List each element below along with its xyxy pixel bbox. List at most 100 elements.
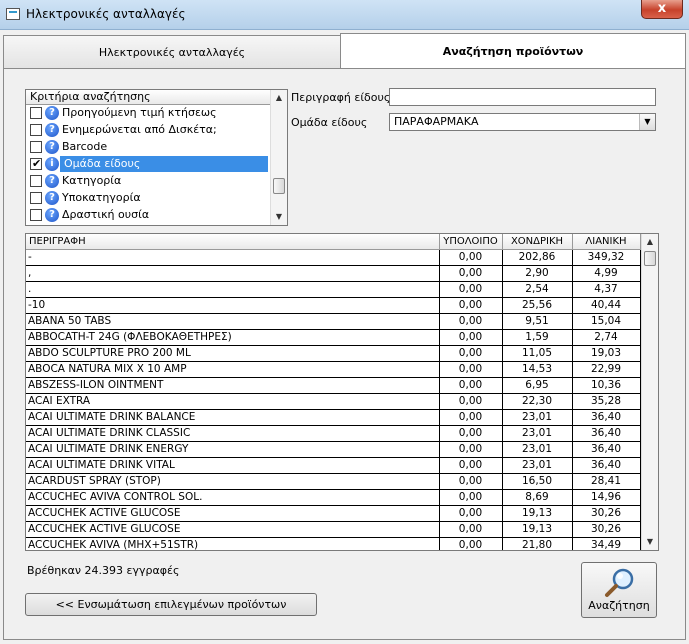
criteria-item[interactable]: ? Κατηγορία <box>26 173 287 190</box>
column-header-retail[interactable]: ΛΙΑΝΙΚΗ <box>572 234 641 250</box>
criteria-scrollbar[interactable]: ▲ ▼ <box>270 90 287 225</box>
cell-balance: 0,00 <box>439 361 503 378</box>
criteria-item[interactable]: ? Προηγούμενη τιμή κτήσεως <box>26 105 287 122</box>
scroll-up-arrow-icon[interactable]: ▲ <box>642 234 658 250</box>
cell-wholesale: 19,13 <box>502 521 573 538</box>
cell-retail: 30,26 <box>572 505 641 522</box>
cell-retail: 4,99 <box>572 265 641 282</box>
table-row[interactable]: ABSZESS-ILON OINTMENT 0,00 6,95 10,36 <box>26 377 641 394</box>
description-label: Περιγραφή είδους <box>291 91 391 104</box>
criteria-checkbox[interactable] <box>30 209 42 221</box>
title-bar: Ηλεκτρονικές ανταλλαγές x <box>0 0 689 30</box>
app-icon <box>6 8 20 20</box>
help-icon: ? <box>45 191 59 205</box>
records-found-text: Βρέθηκαν 24.393 εγγραφές <box>27 564 180 577</box>
table-row[interactable]: ACAI ULTIMATE DRINK ENERGY 0,00 23,01 36,40 <box>26 441 641 458</box>
table-row[interactable]: ABBOCATH-T 24G (ΦΛΕΒΟΚΑΘΕΤΗΡΕΣ) 0,00 1,59 2… <box>26 329 641 346</box>
chevron-down-icon[interactable]: ▼ <box>639 114 655 130</box>
products-grid: ΠΕΡΙΓΡΑΦΗ ΥΠΟΛΟΙΠΟ ΧΟΝΔΡΙΚΗ ΛΙΑΝΙΚΗ -0,0… <box>25 233 659 551</box>
cell-retail: 15,04 <box>572 313 641 330</box>
cell-description: ABANA 50 TABS <box>26 313 440 330</box>
group-select-value: ΠΑΡΑΦΑΡΜΑΚΑ <box>394 115 479 128</box>
table-row[interactable]: ABDO SCULPTURE PRO 200 ML 0,00 11,05 19,03 <box>26 345 641 362</box>
table-row[interactable]: ACAI ULTIMATE DRINK VITAL 0,00 23,01 36,40 <box>26 457 641 474</box>
cell-wholesale: 19,13 <box>502 505 573 522</box>
embed-selected-products-button[interactable]: << Ενσωμάτωση επιλεγμένων προϊόντων <box>25 593 317 616</box>
cell-description: -10 <box>26 297 440 314</box>
cell-balance: 0,00 <box>439 393 503 410</box>
column-header-description[interactable]: ΠΕΡΙΓΡΑΦΗ <box>26 234 440 250</box>
table-row[interactable]: ACAI ULTIMATE DRINK BALANCE 0,00 23,01 36,4… <box>26 409 641 426</box>
cell-wholesale: 8,69 <box>502 489 573 506</box>
cell-retail: 22,99 <box>572 361 641 378</box>
table-row[interactable]: ACCUCHEK AVIVA (MHX+51STR) 0,00 21,80 34,49 <box>26 537 641 550</box>
table-row[interactable]: -10 0,00 25,56 40,44 <box>26 297 641 314</box>
magnifier-icon <box>605 568 634 597</box>
cell-wholesale: 1,59 <box>502 329 573 346</box>
help-icon: ? <box>45 208 59 222</box>
scroll-down-arrow-icon[interactable]: ▼ <box>271 209 287 225</box>
cell-balance: 0,00 <box>439 521 503 538</box>
column-header-wholesale[interactable]: ΧΟΝΔΡΙΚΗ <box>502 234 573 250</box>
info-icon: i <box>45 157 59 171</box>
cell-retail: 36,40 <box>572 441 641 458</box>
cell-balance: 0,00 <box>439 489 503 506</box>
criteria-checkbox[interactable] <box>30 192 42 204</box>
table-row[interactable]: , 0,00 2,90 4,99 <box>26 265 641 282</box>
table-row[interactable]: ABOCA NATURA MIX X 10 AMP 0,00 14,53 22,99 <box>26 361 641 378</box>
cell-wholesale: 21,80 <box>502 537 573 550</box>
criteria-item-label: Κατηγορία <box>62 174 122 187</box>
cell-description: . <box>26 281 440 298</box>
scroll-thumb[interactable] <box>273 178 285 194</box>
help-icon: ? <box>45 174 59 188</box>
criteria-checkbox[interactable] <box>30 124 42 136</box>
column-header-balance[interactable]: ΥΠΟΛΟΙΠΟ <box>439 234 503 250</box>
table-row[interactable]: . 0,00 2,54 4,37 <box>26 281 641 298</box>
table-row[interactable]: ACAI EXTRA 0,00 22,30 35,28 <box>26 393 641 410</box>
criteria-checkbox[interactable] <box>30 141 42 153</box>
table-row[interactable]: ACAI ULTIMATE DRINK CLASSIC 0,00 23,01 36,4… <box>26 425 641 442</box>
description-input[interactable] <box>389 88 656 106</box>
grid-scrollbar[interactable]: ▲ ▼ <box>641 234 658 550</box>
search-criteria-list: Κριτήρια αναζήτησης ? Προηγούμενη τιμή κτ… <box>25 89 288 226</box>
scroll-thumb[interactable] <box>644 251 656 266</box>
table-row[interactable]: ACCUCHEK ACTIVE GLUCOSE 0,00 19,13 30,26 <box>26 505 641 522</box>
cell-balance: 0,00 <box>439 377 503 394</box>
close-button[interactable]: x <box>641 0 683 19</box>
cell-retail: 35,28 <box>572 393 641 410</box>
cell-description: ACCUCHEK ACTIVE GLUCOSE <box>26 505 440 522</box>
group-select[interactable]: ΠΑΡΑΦΑΡΜΑΚΑ ▼ <box>389 113 656 131</box>
group-label: Ομάδα είδους <box>291 116 368 129</box>
cell-description: ACCUCHEK AVIVA (MHX+51STR) <box>26 537 440 550</box>
criteria-checkbox[interactable] <box>30 156 42 172</box>
cell-description: ACCUCHEK ACTIVE GLUCOSE <box>26 521 440 538</box>
criteria-item[interactable]: iΟμάδα είδους <box>26 156 287 173</box>
criteria-checkbox[interactable] <box>30 107 42 119</box>
cell-description: , <box>26 265 440 282</box>
table-row[interactable]: -0,00 202,86 349,32 <box>26 249 641 266</box>
tab-electronic-exchanges[interactable]: Ηλεκτρονικές ανταλλαγές <box>3 35 341 69</box>
cell-balance: 0,00 <box>439 409 503 426</box>
cell-balance: 0,00 <box>439 457 503 474</box>
criteria-item[interactable]: ? Ενημερώνεται από Δισκέτα; <box>26 122 287 139</box>
criteria-item[interactable]: ? Δραστική ουσία <box>26 207 287 224</box>
criteria-checkbox[interactable] <box>30 175 42 187</box>
cell-retail: 40,44 <box>572 297 641 314</box>
table-row[interactable]: ABANA 50 TABS 0,00 9,51 15,04 <box>26 313 641 330</box>
criteria-item[interactable]: ? Υποκατηγορία <box>26 190 287 207</box>
tab-product-search[interactable]: Αναζήτηση προϊόντων <box>340 33 686 69</box>
criteria-item-label: Ομάδα είδους <box>60 156 268 172</box>
cell-description: ABSZESS-ILON OINTMENT <box>26 377 440 394</box>
cell-description: ACCUCHEC AVIVA CONTROL SOL. <box>26 489 440 506</box>
table-row[interactable]: ACARDUST SPRAY (STOP) 0,00 16,50 28,41 <box>26 473 641 490</box>
scroll-down-arrow-icon[interactable]: ▼ <box>642 534 658 550</box>
criteria-item[interactable]: ? Barcode <box>26 139 287 156</box>
scroll-up-arrow-icon[interactable]: ▲ <box>271 90 287 106</box>
cell-retail: 4,37 <box>572 281 641 298</box>
table-row[interactable]: ACCUCHEC AVIVA CONTROL SOL. 0,00 8,69 14,96 <box>26 489 641 506</box>
search-button[interactable]: Αναζήτηση <box>581 562 657 618</box>
table-row[interactable]: ACCUCHEK ACTIVE GLUCOSE 0,00 19,13 30,26 <box>26 521 641 538</box>
cell-balance: 0,00 <box>439 249 503 266</box>
cell-wholesale: 25,56 <box>502 297 573 314</box>
cell-description: ABBOCATH-T 24G (ΦΛΕΒΟΚΑΘΕΤΗΡΕΣ) <box>26 329 440 346</box>
